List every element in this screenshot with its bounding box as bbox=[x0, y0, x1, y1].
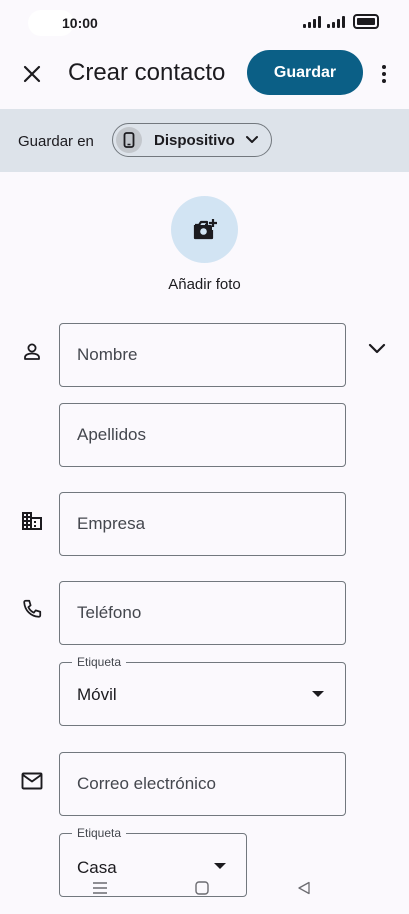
phone-label-select[interactable]: Etiqueta Móvil bbox=[59, 655, 346, 726]
phone-field[interactable]: Teléfono bbox=[59, 581, 346, 645]
add-photo-label: Añadir foto bbox=[168, 276, 241, 293]
first-name-field[interactable]: Nombre bbox=[59, 323, 346, 387]
phone-device-icon bbox=[116, 127, 142, 153]
account-selector-chip[interactable]: Dispositivo bbox=[112, 123, 272, 157]
page-title: Crear contacto bbox=[68, 59, 226, 86]
device-label: Dispositivo bbox=[154, 131, 235, 149]
last-name-placeholder: Apellidos bbox=[77, 425, 146, 444]
save-location-bar: Guardar en Dispositivo bbox=[0, 109, 409, 172]
signal-icon-2 bbox=[327, 15, 345, 28]
battery-icon bbox=[353, 14, 379, 29]
chevron-down-icon bbox=[368, 343, 386, 354]
save-button[interactable]: Guardar bbox=[247, 50, 363, 95]
nav-back-button[interactable] bbox=[290, 872, 318, 904]
last-name-field[interactable]: Apellidos bbox=[59, 403, 346, 467]
company-field[interactable]: Empresa bbox=[59, 492, 346, 556]
phone-label-caption: Etiqueta bbox=[72, 655, 127, 669]
menu-icon bbox=[93, 882, 107, 894]
nav-home-button[interactable] bbox=[188, 872, 216, 904]
first-name-placeholder: Nombre bbox=[77, 345, 138, 364]
more-options-button[interactable] bbox=[374, 60, 394, 88]
email-label-caption: Etiqueta bbox=[72, 826, 127, 840]
phone-placeholder: Teléfono bbox=[77, 603, 142, 622]
add-photo-icon bbox=[193, 218, 217, 239]
save-in-label: Guardar en bbox=[18, 133, 94, 150]
business-icon bbox=[20, 509, 44, 533]
phone-icon bbox=[20, 597, 44, 621]
close-button[interactable] bbox=[18, 60, 46, 88]
mail-icon bbox=[20, 769, 44, 793]
add-photo-button[interactable] bbox=[171, 196, 238, 263]
status-icons bbox=[303, 14, 379, 29]
back-icon bbox=[298, 881, 310, 895]
email-field[interactable]: Correo electrónico bbox=[59, 752, 346, 816]
close-icon bbox=[23, 65, 41, 83]
company-placeholder: Empresa bbox=[77, 514, 146, 533]
system-navigation-bar bbox=[0, 872, 409, 904]
top-app-bar: Crear contacto Guardar bbox=[0, 46, 409, 106]
chevron-down-icon bbox=[245, 135, 259, 145]
email-placeholder: Correo electrónico bbox=[77, 774, 216, 793]
more-vert-icon bbox=[382, 65, 386, 69]
home-icon bbox=[195, 881, 209, 895]
person-icon bbox=[20, 340, 44, 364]
status-time: 10:00 bbox=[62, 15, 98, 31]
signal-icon bbox=[303, 15, 321, 28]
dropdown-arrow-icon bbox=[214, 863, 226, 869]
dropdown-arrow-icon bbox=[312, 691, 324, 697]
status-bar: 10:00 bbox=[0, 0, 409, 46]
expand-name-button[interactable] bbox=[364, 336, 390, 362]
phone-label-value: Móvil bbox=[77, 685, 117, 704]
nav-menu-button[interactable] bbox=[86, 872, 114, 904]
